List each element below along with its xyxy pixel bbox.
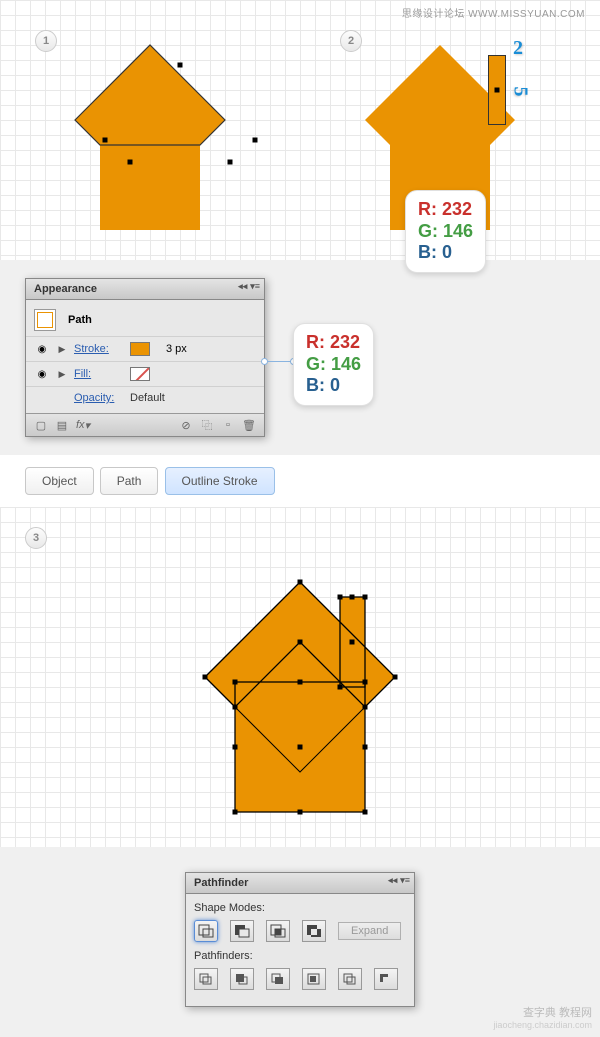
shapemode-unite[interactable] <box>194 920 218 942</box>
shapemode-exclude[interactable] <box>302 920 326 942</box>
fx-button[interactable]: fx▾ <box>76 419 90 431</box>
appearance-stroke-row[interactable]: ◉ ▶ Stroke: 3 px <box>26 337 264 362</box>
panel-collapse-icon[interactable]: ◂◂ <box>238 281 247 292</box>
clear-icon[interactable]: ⊘ <box>179 419 193 431</box>
appearance-panel-header[interactable]: Appearance ◂◂ ▾≡ <box>26 279 264 300</box>
connector-line <box>265 361 293 362</box>
shapemode-intersect[interactable] <box>266 920 290 942</box>
appearance-panel-body: Path ◉ ▶ Stroke: 3 px ◉ ▶ Fill: Opacity:… <box>26 300 264 413</box>
fill-swatch-none[interactable] <box>130 367 150 381</box>
menu-breadcrumb: Object Path Outline Stroke <box>0 455 600 507</box>
trash-icon[interactable]: 🗑 <box>242 419 256 431</box>
chimney-height-label: 5 <box>509 87 532 97</box>
panel-menu-icon[interactable]: ▾≡ <box>400 875 410 886</box>
canvas-step-2: 2 5 R: 232 G: 146 B: 0 <box>320 15 600 255</box>
pf-outline[interactable] <box>338 968 362 990</box>
panel-collapse-icon[interactable]: ◂◂ <box>388 875 397 886</box>
pf-crop[interactable] <box>302 968 326 990</box>
pathfinder-panel[interactable]: Pathfinder ◂◂ ▾≡ Shape Modes: <box>185 872 415 1007</box>
pf-trim[interactable] <box>230 968 254 990</box>
visibility-icon[interactable]: ◉ <box>34 369 50 380</box>
expand-icon[interactable]: ▶ <box>56 369 68 380</box>
pf-merge[interactable] <box>266 968 290 990</box>
shapemode-minus-front[interactable] <box>230 920 254 942</box>
visibility-icon[interactable]: ◉ <box>34 344 50 355</box>
pathfinder-panel-section: Pathfinder ◂◂ ▾≡ Shape Modes: <box>0 847 600 1037</box>
opacity-label[interactable]: Opacity: <box>74 392 124 404</box>
foot-icon-square[interactable]: ▢ <box>34 419 48 431</box>
new-icon[interactable]: ▫ <box>221 419 235 431</box>
pf-divide[interactable] <box>194 968 218 990</box>
house-shape-3 <box>170 567 430 827</box>
crumb-path[interactable]: Path <box>100 467 159 495</box>
stroke-label[interactable]: Stroke: <box>74 343 124 355</box>
appearance-panel-footer: ▢ ▤ fx▾ ⊘ ⿻ ▫ 🗑 <box>26 413 264 436</box>
pathfinder-panel-header[interactable]: Pathfinder ◂◂ ▾≡ <box>186 873 414 894</box>
appearance-opacity-row[interactable]: Opacity: Default <box>26 387 264 409</box>
appearance-fill-row[interactable]: ◉ ▶ Fill: <box>26 362 264 387</box>
shape-modes-label: Shape Modes: <box>194 902 406 914</box>
foot-icon-page[interactable]: ▤ <box>55 419 69 431</box>
rgb-tooltip-panel: R: 232 G: 146 B: 0 <box>293 323 374 406</box>
step-badge-3: 3 <box>25 527 47 549</box>
footer-watermark: 查字典 教程网 jiaocheng.chazidian.com <box>493 1007 592 1031</box>
tutorial-step3-section: 3 <box>0 507 600 847</box>
stroke-swatch[interactable] <box>130 342 150 356</box>
path-label: Path <box>68 314 92 326</box>
expand-icon[interactable]: ▶ <box>56 344 68 355</box>
duplicate-icon[interactable]: ⿻ <box>200 419 214 431</box>
appearance-panel[interactable]: Appearance ◂◂ ▾≡ Path ◉ ▶ Stroke: 3 px <box>25 278 265 437</box>
pathfinders-label: Pathfinders: <box>194 950 406 962</box>
opacity-value: Default <box>130 392 180 404</box>
appearance-panel-section: Appearance ◂◂ ▾≡ Path ◉ ▶ Stroke: 3 px <box>0 260 600 455</box>
appearance-path-row[interactable]: Path <box>26 304 264 337</box>
pathfinder-panel-body: Shape Modes: Expand Pathfinders: <box>186 894 414 1006</box>
tutorial-top-section: 思缘设计论坛 WWW.MISSYUAN.COM 1 2 2 5 R: 232 G… <box>0 0 600 260</box>
panel-menu-icon[interactable]: ▾≡ <box>250 281 260 292</box>
canvas-step-3 <box>170 567 430 827</box>
house-shape-1 <box>30 15 270 235</box>
canvas-step-1 <box>30 15 310 255</box>
stroke-value[interactable]: 3 px <box>166 343 187 355</box>
crumb-outline-stroke[interactable]: Outline Stroke <box>165 467 275 495</box>
object-swatch[interactable] <box>34 309 56 331</box>
pf-minus-back[interactable] <box>374 968 398 990</box>
chimney-width-label: 2 <box>513 37 523 60</box>
fill-label[interactable]: Fill: <box>74 368 124 380</box>
rgb-tooltip-step2: R: 232 G: 146 B: 0 <box>405 190 486 273</box>
expand-button: Expand <box>338 922 401 940</box>
crumb-object[interactable]: Object <box>25 467 94 495</box>
